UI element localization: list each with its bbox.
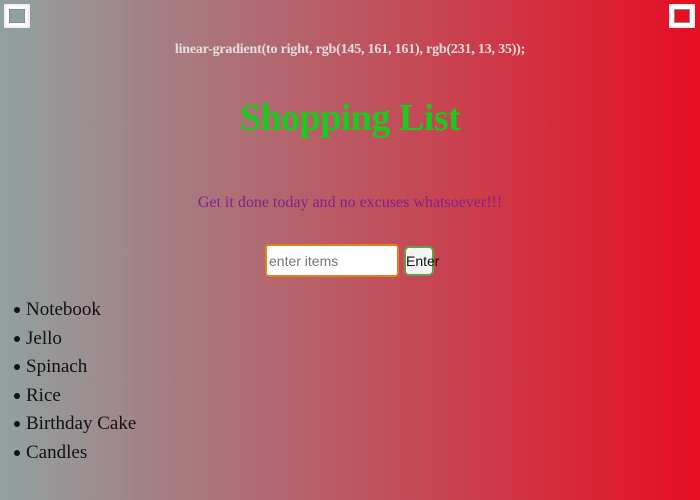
page-title: Shopping List [239,97,461,139]
bullet-icon [14,392,20,399]
list-item-label: Notebook [26,299,101,320]
shopping-list: Notebook Jello Spinach Rice Birthday Cak… [0,296,136,467]
list-item-label: Jello [26,327,62,349]
bullet-icon [14,421,20,427]
gradient-color-picker-right[interactable] [669,4,695,28]
list-item-label: Rice [26,384,61,406]
page-subtitle: Get it done today and no excuses whatsoe… [197,194,503,211]
gradient-css-text: linear-gradient(to right, rgb(145, 161, … [174,42,526,57]
gradient-color-picker-left[interactable] [4,4,30,28]
list-item[interactable]: Candles [0,439,136,468]
enter-button[interactable]: Enter [404,245,439,276]
bullet-icon [14,449,20,456]
list-item[interactable]: Notebook [0,296,136,325]
list-item-label: Spinach [26,356,88,377]
list-item[interactable]: Rice [0,382,136,411]
bullet-icon [14,307,20,313]
bullet-icon [14,335,20,342]
bullet-icon [14,364,20,370]
list-item[interactable]: Spinach [0,353,136,382]
color-swatch [674,9,690,23]
list-item[interactable]: Jello [0,325,136,354]
item-entry-form: Enter [265,244,439,277]
list-item-label: Birthday Cake [26,413,137,434]
list-item[interactable]: Birthday Cake [0,410,136,439]
color-swatch [9,9,25,23]
list-item-label: Candles [26,441,88,463]
item-input[interactable] [265,244,399,277]
